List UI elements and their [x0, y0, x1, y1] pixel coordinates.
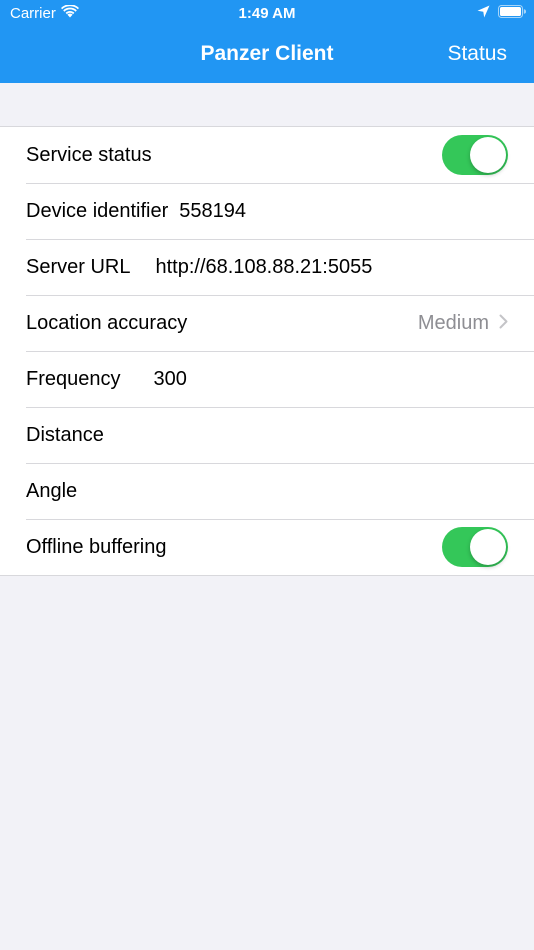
- battery-icon: [498, 5, 527, 23]
- navigation-bar: Carrier 1:49 AM Panzer Client Status: [0, 0, 534, 83]
- location-accuracy-row[interactable]: Location accuracy Medium: [0, 295, 534, 351]
- distance-label: Distance: [26, 423, 104, 446]
- device-identifier-label: Device identifier: [26, 199, 169, 222]
- server-url-row[interactable]: Server URL http://68.108.88.21:5055: [0, 239, 534, 295]
- chevron-right-icon: [499, 312, 508, 335]
- clock: 1:49 AM: [238, 5, 296, 22]
- toggle-knob: [470, 137, 506, 173]
- settings-list: Service status Device identifier 558194 …: [0, 126, 534, 576]
- status-button[interactable]: Status: [447, 42, 507, 66]
- service-status-label: Service status: [26, 143, 152, 166]
- status-icons: [477, 5, 527, 23]
- frequency-label: Frequency: [26, 367, 121, 390]
- device-identifier-field[interactable]: 558194: [179, 200, 246, 223]
- offline-buffering-toggle[interactable]: [442, 527, 508, 567]
- frequency-row[interactable]: Frequency 300: [0, 351, 534, 407]
- frequency-field[interactable]: 300: [154, 368, 187, 391]
- status-bar: Carrier 1:49 AM: [0, 0, 534, 28]
- location-accuracy-label: Location accuracy: [26, 311, 188, 334]
- toggle-knob: [470, 529, 506, 565]
- device-identifier-row[interactable]: Device identifier 558194: [0, 183, 534, 239]
- server-url-field[interactable]: http://68.108.88.21:5055: [155, 256, 372, 279]
- distance-row[interactable]: Distance: [0, 407, 534, 463]
- server-url-label: Server URL: [26, 255, 131, 278]
- location-arrow-icon: [477, 5, 490, 23]
- angle-label: Angle: [26, 479, 78, 502]
- location-accuracy-disclosure[interactable]: Medium: [418, 295, 508, 351]
- service-status-row: Service status: [0, 127, 534, 183]
- angle-row[interactable]: Angle: [0, 463, 534, 519]
- offline-buffering-label: Offline buffering: [26, 535, 167, 558]
- offline-buffering-row: Offline buffering: [0, 519, 534, 575]
- service-status-toggle[interactable]: [442, 135, 508, 175]
- location-accuracy-value: Medium: [417, 311, 489, 334]
